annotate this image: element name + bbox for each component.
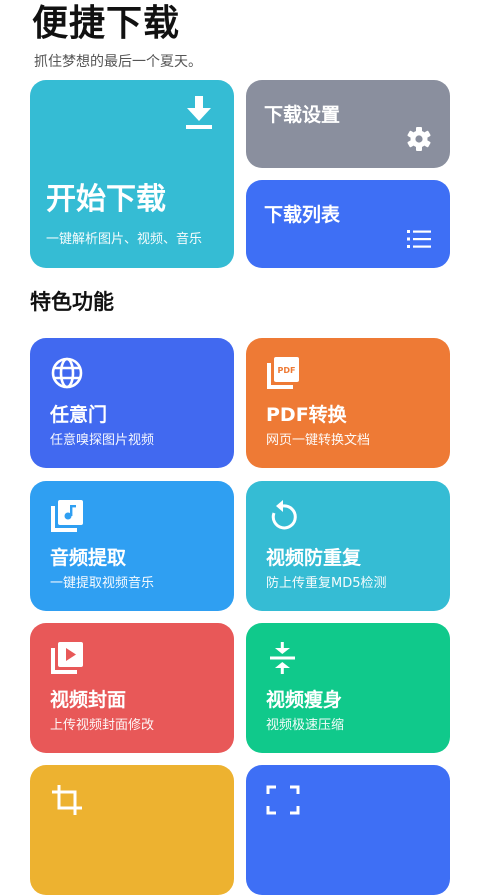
- feature-card-pdf[interactable]: PDF PDF转换 网页一键转换文档: [246, 338, 450, 468]
- page-title: 便捷下载: [32, 3, 181, 44]
- download-settings-label: 下载设置: [264, 104, 341, 126]
- video-library-icon: [50, 641, 84, 675]
- feature-subtitle: 任意嗅探图片视频: [50, 433, 155, 448]
- feature-subtitle: 一键提取视频音乐: [50, 576, 155, 591]
- feature-card-crop[interactable]: [30, 765, 234, 895]
- feature-card-any-door[interactable]: 任意门 任意嗅探图片视频: [30, 338, 234, 468]
- music-library-icon: [50, 499, 84, 533]
- list-icon: [406, 226, 432, 252]
- feature-card-frame[interactable]: [246, 765, 450, 895]
- download-icon: [184, 96, 214, 130]
- feature-subtitle: 网页一键转换文档: [266, 433, 371, 448]
- globe-icon: [50, 356, 84, 390]
- frame-icon: [266, 783, 300, 817]
- section-title: 特色功能: [30, 290, 114, 314]
- crop-icon: [50, 783, 84, 817]
- feature-title: 视频封面: [50, 689, 127, 711]
- replay-icon: [266, 499, 300, 533]
- feature-card-audio-extract[interactable]: 音频提取 一键提取视频音乐: [30, 481, 234, 611]
- start-download-label: 开始下载: [46, 182, 166, 217]
- feature-title: 任意门: [50, 404, 108, 426]
- gear-icon: [406, 126, 432, 152]
- feature-title: PDF转换: [266, 404, 347, 426]
- compress-icon: [266, 641, 300, 675]
- download-settings-card[interactable]: 下载设置: [246, 80, 450, 168]
- feature-card-video-compress[interactable]: 视频瘦身 视频极速压缩: [246, 623, 450, 753]
- page-subtitle: 抓住梦想的最后一个夏天。: [34, 54, 202, 70]
- feature-title: 音频提取: [50, 547, 127, 569]
- feature-subtitle: 视频极速压缩: [266, 718, 345, 733]
- feature-title: 视频防重复: [266, 547, 362, 569]
- start-download-subtitle: 一键解析图片、视频、音乐: [46, 232, 203, 247]
- pdf-icon: PDF: [266, 356, 300, 390]
- download-list-label: 下载列表: [264, 204, 341, 226]
- start-download-card[interactable]: 开始下载 一键解析图片、视频、音乐: [30, 80, 234, 268]
- svg-text:PDF: PDF: [278, 366, 296, 375]
- download-list-card[interactable]: 下载列表: [246, 180, 450, 268]
- feature-title: 视频瘦身: [266, 689, 343, 711]
- feature-subtitle: 上传视频封面修改: [50, 718, 155, 733]
- feature-card-anti-duplicate[interactable]: 视频防重复 防上传重复MD5检测: [246, 481, 450, 611]
- feature-card-video-cover[interactable]: 视频封面 上传视频封面修改: [30, 623, 234, 753]
- feature-subtitle: 防上传重复MD5检测: [266, 576, 387, 591]
